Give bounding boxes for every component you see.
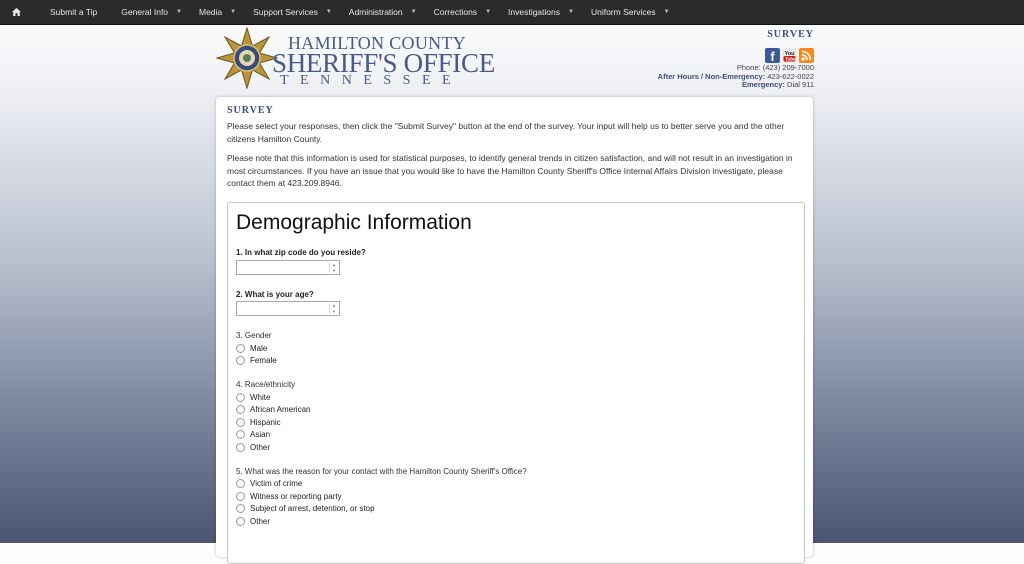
gender-option-female[interactable]: Female bbox=[236, 356, 277, 365]
nav-corrections[interactable]: Corrections ▼ bbox=[434, 7, 491, 17]
chevron-down-icon: ▼ bbox=[230, 9, 237, 15]
chevron-down-icon: ▼ bbox=[410, 9, 417, 15]
race-option-other[interactable]: Other bbox=[236, 443, 270, 452]
nav-media[interactable]: Media ▼ bbox=[199, 7, 236, 17]
note-paragraph: Please note that this information is use… bbox=[227, 153, 793, 188]
site-header: HAMILTON COUNTY SHERIFF'S OFFICE TENNESS… bbox=[216, 25, 814, 97]
svg-text:Tube: Tube bbox=[785, 56, 796, 61]
reason-option-witness[interactable]: Witness or reporting party bbox=[236, 492, 342, 501]
reason-option-other[interactable]: Other bbox=[236, 517, 270, 526]
chevron-down-icon: ▼ bbox=[325, 9, 332, 15]
top-nav: Submit a Tip General Info ▼ Media ▼ Suppor… bbox=[0, 0, 1024, 25]
nav-support-services[interactable]: Support Services ▼ bbox=[253, 7, 332, 17]
number-spinner-icon[interactable]: ▲ ▼ bbox=[329, 262, 338, 273]
social-links: f You Tube bbox=[658, 48, 814, 64]
nav-general-info[interactable]: General Info ▼ bbox=[121, 7, 182, 17]
zip-code-input[interactable]: ▲ ▼ bbox=[236, 260, 340, 275]
radio-button[interactable] bbox=[236, 430, 245, 439]
nav-administration[interactable]: Administration ▼ bbox=[349, 7, 417, 17]
radio-button[interactable] bbox=[236, 356, 245, 365]
race-option-asian[interactable]: Asian bbox=[236, 430, 270, 439]
radio-button[interactable] bbox=[236, 492, 245, 501]
chevron-down-icon: ▼ bbox=[663, 9, 670, 15]
page-label: SURVEY bbox=[767, 29, 814, 40]
question-age-label: 2. What is your age? bbox=[236, 290, 314, 299]
chevron-down-icon: ▼ bbox=[176, 9, 182, 15]
radio-button[interactable] bbox=[236, 344, 245, 353]
chevron-down-icon: ▼ bbox=[568, 9, 574, 15]
radio-button[interactable] bbox=[236, 517, 245, 526]
radio-button[interactable] bbox=[236, 393, 245, 402]
nav-submit-tip[interactable]: Submit a Tip bbox=[50, 7, 97, 17]
page-title: SURVEY bbox=[227, 105, 274, 116]
number-spinner-icon[interactable]: ▲ ▼ bbox=[329, 303, 338, 314]
rss-icon[interactable] bbox=[799, 48, 814, 63]
emergency-line: Emergency: Dial 911 bbox=[742, 80, 814, 89]
radio-button[interactable] bbox=[236, 443, 245, 452]
reason-option-victim[interactable]: Victim of crime bbox=[236, 479, 302, 488]
race-option-hispanic[interactable]: Hispanic bbox=[236, 418, 281, 427]
race-option-african-american[interactable]: African American bbox=[236, 405, 310, 414]
radio-button[interactable] bbox=[236, 418, 245, 427]
survey-form: Demographic Information 1. In what zip c… bbox=[227, 202, 805, 564]
facebook-icon[interactable]: f bbox=[765, 48, 780, 64]
radio-button[interactable] bbox=[236, 405, 245, 414]
gender-option-male[interactable]: Male bbox=[236, 344, 267, 353]
question-contact-reason-label: 5. What was the reason for your contact … bbox=[236, 467, 527, 476]
sheriff-star-badge-icon[interactable] bbox=[216, 27, 278, 89]
main-content: SURVEY Please select your responses, the… bbox=[216, 97, 813, 564]
form-section-title: Demographic Information bbox=[236, 211, 472, 234]
age-input[interactable]: ▲ ▼ bbox=[236, 301, 340, 316]
question-gender-label: 3. Gender bbox=[236, 331, 272, 340]
header-contact: SURVEY f You Tube Phone: (423) 209-7000 A… bbox=[658, 29, 814, 90]
nav-uniform-services[interactable]: Uniform Services ▼ bbox=[591, 7, 670, 17]
radio-button[interactable] bbox=[236, 504, 245, 513]
reason-option-subject[interactable]: Subject of arrest, detention, or stop bbox=[236, 504, 375, 513]
home-icon[interactable] bbox=[0, 8, 32, 16]
question-zip-label: 1. In what zip code do you reside? bbox=[236, 248, 366, 257]
chevron-down-icon: ▼ bbox=[485, 9, 492, 15]
nav-investigations[interactable]: Investigations ▼ bbox=[508, 7, 574, 17]
race-option-white[interactable]: White bbox=[236, 393, 270, 402]
radio-button[interactable] bbox=[236, 479, 245, 488]
youtube-icon[interactable]: You Tube bbox=[782, 48, 797, 63]
question-race-label: 4. Race/ethnicity bbox=[236, 380, 296, 389]
intro-paragraph: Please select your responses, then click… bbox=[227, 121, 785, 144]
